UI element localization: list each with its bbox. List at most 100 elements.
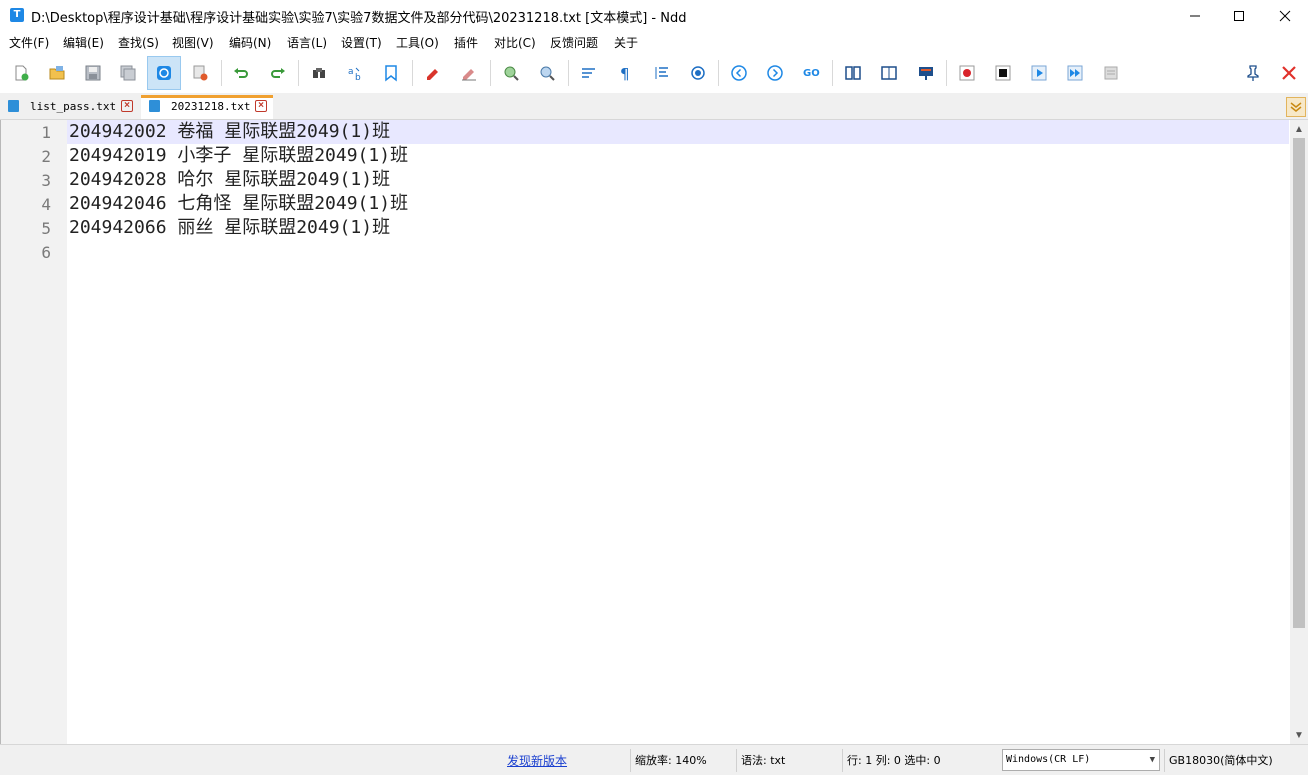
play-macro-icon bbox=[1031, 65, 1047, 81]
save-button[interactable] bbox=[76, 56, 110, 90]
line-number: 4 bbox=[41, 195, 51, 214]
menu-search[interactable]: 查找(S) bbox=[118, 34, 159, 51]
scroll-up-icon[interactable]: ▲ bbox=[1290, 120, 1308, 138]
next-button[interactable] bbox=[758, 56, 792, 90]
indent-guide-button[interactable] bbox=[645, 56, 679, 90]
open-file-icon bbox=[49, 66, 65, 80]
maximize-button[interactable] bbox=[1216, 0, 1262, 31]
new-file-button[interactable] bbox=[4, 56, 38, 90]
scroll-down-icon[interactable]: ▼ bbox=[1290, 726, 1308, 744]
menu-view[interactable]: 视图(V) bbox=[172, 34, 214, 51]
open-file-button[interactable] bbox=[40, 56, 74, 90]
encoding-status[interactable]: GB18030(简体中文) bbox=[1164, 749, 1294, 772]
tab-label: list_pass.txt bbox=[30, 100, 117, 113]
undo-button[interactable] bbox=[224, 56, 258, 90]
menu-feedback[interactable]: 反馈问题 bbox=[550, 34, 598, 51]
close-file-icon bbox=[193, 65, 208, 81]
vertical-scrollbar[interactable]: ▲ ▼ bbox=[1290, 120, 1308, 744]
text-line[interactable]: 204942002 卷福 星际联盟2049(1)班 bbox=[69, 120, 390, 144]
word-wrap-button[interactable] bbox=[572, 56, 606, 90]
white-space-button[interactable] bbox=[681, 56, 715, 90]
menu-tools[interactable]: 工具(O) bbox=[396, 34, 439, 51]
exit-icon bbox=[1282, 66, 1296, 80]
save-macro-button[interactable] bbox=[1094, 56, 1128, 90]
menu-encoding[interactable]: 编码(N) bbox=[229, 34, 271, 51]
menu-about[interactable]: 关于 bbox=[614, 34, 638, 51]
replace-button[interactable]: ab bbox=[338, 56, 372, 90]
bookmark-icon bbox=[385, 65, 397, 82]
split-icon bbox=[881, 66, 897, 80]
split-button[interactable] bbox=[872, 56, 906, 90]
menu-file[interactable]: 文件(F) bbox=[9, 34, 49, 51]
title-bar: T D:\Desktop\程序设计基础\程序设计基础实验\实验7\实验7数据文件… bbox=[0, 0, 1308, 31]
syntax-status: 语法: txt bbox=[736, 749, 842, 772]
find-icon bbox=[313, 68, 325, 78]
compare-button[interactable] bbox=[836, 56, 870, 90]
tab-close-icon[interactable]: × bbox=[255, 100, 267, 112]
close-window-button[interactable] bbox=[1262, 0, 1308, 31]
record-macro-button[interactable] bbox=[950, 56, 984, 90]
tab-close-icon[interactable]: × bbox=[121, 100, 133, 112]
white-space-icon bbox=[691, 66, 705, 80]
pin-button[interactable] bbox=[1236, 56, 1270, 90]
show-symbols-icon: ¶ bbox=[620, 65, 630, 82]
prev-icon bbox=[731, 65, 747, 81]
find-button[interactable] bbox=[302, 56, 336, 90]
replace-icon: ab bbox=[348, 67, 361, 82]
menu-edit[interactable]: 编辑(E) bbox=[63, 34, 104, 51]
exit-button[interactable] bbox=[1272, 56, 1306, 90]
line-ending-select[interactable]: Windows(CR LF) ▼ bbox=[1002, 749, 1160, 771]
menu-language[interactable]: 语言(L) bbox=[287, 34, 327, 51]
svg-text:¶: ¶ bbox=[620, 65, 630, 82]
next-icon bbox=[767, 65, 783, 81]
compare-icon bbox=[845, 66, 861, 80]
zoom-in-button[interactable] bbox=[494, 56, 528, 90]
text-line[interactable]: 204942028 哈尔 星际联盟2049(1)班 bbox=[69, 168, 390, 192]
tab-list-button[interactable] bbox=[1286, 97, 1306, 117]
goto-button[interactable]: GO bbox=[794, 56, 828, 90]
save-all-button[interactable] bbox=[111, 56, 145, 90]
play-macro-button[interactable] bbox=[1022, 56, 1056, 90]
menu-bar: 文件(F) 编辑(E) 查找(S) 视图(V) 编码(N) 语言(L) 设置(T… bbox=[0, 31, 1308, 53]
text-line[interactable]: 204942019 小李子 星际联盟2049(1)班 bbox=[69, 144, 408, 168]
line-number-gutter: 1 2 3 4 5 6 bbox=[1, 120, 67, 744]
preview-button[interactable] bbox=[909, 56, 943, 90]
editor[interactable]: 1 2 3 4 5 6 204942002 卷福 星际联盟2049(1)班 20… bbox=[0, 120, 1308, 744]
bookmark-button[interactable] bbox=[374, 56, 408, 90]
indent-guide-icon bbox=[655, 67, 668, 79]
menu-compare[interactable]: 对比(C) bbox=[494, 34, 536, 51]
scroll-thumb[interactable] bbox=[1293, 138, 1305, 628]
line-number: 5 bbox=[41, 219, 51, 238]
text-line[interactable]: 204942046 七角怪 星际联盟2049(1)班 bbox=[69, 192, 408, 216]
file-icon bbox=[149, 100, 160, 112]
zoom-out-icon bbox=[540, 66, 555, 81]
new-file-icon bbox=[15, 65, 29, 81]
app-icon: T bbox=[10, 8, 24, 22]
svg-text:GO: GO bbox=[803, 68, 820, 79]
close-file-button[interactable] bbox=[183, 56, 217, 90]
save-icon bbox=[85, 65, 101, 81]
cursor-position-status: 行: 1 列: 0 选中: 0 bbox=[842, 749, 998, 772]
new-version-link[interactable]: 发现新版本 bbox=[507, 752, 567, 769]
prev-button[interactable] bbox=[722, 56, 756, 90]
redo-button[interactable] bbox=[261, 56, 295, 90]
line-ending-value: Windows(CR LF) bbox=[1006, 754, 1091, 765]
menu-settings[interactable]: 设置(T) bbox=[341, 34, 382, 51]
tab-20231218[interactable]: 20231218.txt × bbox=[141, 95, 273, 119]
run-macro-multiple-button[interactable] bbox=[1058, 56, 1092, 90]
menu-plugins[interactable]: 插件 bbox=[454, 34, 478, 51]
show-symbols-button[interactable]: ¶ bbox=[608, 56, 642, 90]
line-number: 2 bbox=[41, 147, 51, 166]
clear-mark-button[interactable] bbox=[452, 56, 486, 90]
zoom-out-button[interactable] bbox=[530, 56, 564, 90]
text-line[interactable]: 204942066 丽丝 星际联盟2049(1)班 bbox=[69, 216, 390, 240]
goto-icon: GO bbox=[803, 68, 820, 79]
tab-bar: list_pass.txt × 20231218.txt × bbox=[0, 93, 1308, 120]
line-number: 1 bbox=[41, 123, 51, 142]
stop-macro-button[interactable] bbox=[986, 56, 1020, 90]
tab-list-pass[interactable]: list_pass.txt × bbox=[0, 95, 141, 119]
mark-button[interactable] bbox=[416, 56, 450, 90]
minimize-button[interactable] bbox=[1172, 0, 1218, 31]
word-wrap-icon bbox=[582, 68, 595, 78]
auto-save-button[interactable] bbox=[147, 56, 181, 90]
